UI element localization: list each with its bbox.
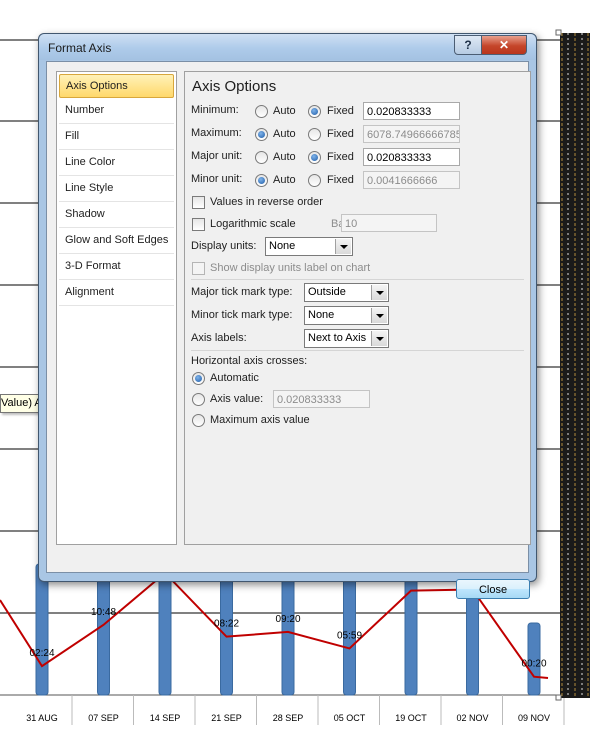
close-button[interactable]: Close [456,579,530,599]
display-units-label: Display units: [191,240,257,252]
chevron-down-icon [371,331,387,346]
line-point-label: 02:24 [29,648,54,659]
crosses-max-label: Maximum axis value [210,414,310,426]
crosses-title: Horizontal axis crosses: [191,355,308,367]
maximum-value-input[interactable]: 6078.74966666785 [363,125,460,143]
minimum-fixed-radio[interactable] [308,105,321,118]
maximum-label: Maximum: [191,127,242,139]
line-point-label: 00:20 [521,659,546,670]
category-fill[interactable]: Fill [59,124,174,150]
major-unit-fixed-radio[interactable] [308,151,321,164]
maximum-fixed-radio[interactable] [308,128,321,141]
category-label: 09 NOV [518,713,550,723]
line-point-label: 05:59 [337,630,362,641]
category-label: 21 SEP [211,713,242,723]
display-units-select[interactable]: None [265,237,353,256]
category-3d-format[interactable]: 3-D Format [59,254,174,280]
dialog-title: Format Axis [48,41,112,55]
show-units-checkbox[interactable] [192,262,205,275]
display-units-value: None [269,240,296,252]
crosses-axis-value-input[interactable]: 0.020833333 [273,390,370,408]
chevron-down-icon [371,285,387,300]
major-tick-select[interactable]: Outside [304,283,389,302]
format-axis-dialog: Format Axis ? ✕ Axis Options Number Fill… [38,33,537,599]
dialog-client-area: Axis Options Number Fill Line Color Line… [46,61,531,599]
section-title: Axis Options [192,78,277,95]
line-point-label: 09:20 [275,614,300,625]
category-glow-soft-edges[interactable]: Glow and Soft Edges [59,228,174,254]
axis-options-panel: Axis Options Minimum: Auto Fixed 0.02083… [184,71,531,545]
minor-tick-select[interactable]: None [304,306,389,325]
category-label: 07 SEP [88,713,119,723]
window-close-button[interactable]: ✕ [481,35,527,55]
category-shadow[interactable]: Shadow [59,202,174,228]
category-line-style[interactable]: Line Style [59,176,174,202]
major-unit-auto-radio[interactable] [255,151,268,164]
axis-labels-label: Axis labels: [191,332,247,344]
minimum-fixed-label: Fixed [327,105,354,117]
help-button[interactable]: ? [454,35,482,55]
chevron-down-icon [335,239,351,254]
category-label: 14 SEP [150,713,181,723]
minor-unit-fixed-radio[interactable] [308,174,321,187]
category-line-color[interactable]: Line Color [59,150,174,176]
close-icon: ✕ [498,38,510,52]
minimum-label: Minimum: [191,104,239,116]
reverse-order-checkbox[interactable] [192,196,205,209]
category-label: 28 SEP [273,713,304,723]
minimum-auto-label: Auto [273,105,296,117]
major-unit-fixed-label: Fixed [327,151,354,163]
minor-unit-auto-radio[interactable] [255,174,268,187]
major-unit-label: Major unit: [191,150,243,162]
crosses-automatic-radio[interactable] [192,372,205,385]
line-point-label: 10:48 [91,607,116,618]
bar-31-aug [35,563,49,696]
crosses-max-radio[interactable] [192,414,205,427]
log-scale-checkbox[interactable] [192,218,205,231]
major-tick-value: Outside [308,286,346,298]
minor-tick-value: None [308,309,335,321]
axis-labels-value: Next to Axis [308,332,367,344]
major-tick-label: Major tick mark type: [191,286,293,298]
separator [191,279,524,280]
category-list: Axis Options Number Fill Line Color Line… [56,71,177,545]
line-point-label: 08:22 [214,619,239,630]
minimum-auto-radio[interactable] [255,105,268,118]
category-axis-options[interactable]: Axis Options [59,74,174,98]
axis-labels-select[interactable]: Next to Axis [304,329,389,348]
reverse-order-label: Values in reverse order [210,196,323,208]
category-label: 02 NOV [456,713,488,723]
log-scale-label: Logarithmic scale [210,218,296,230]
crosses-axis-value-label: Axis value: [210,393,264,405]
maximum-auto-label: Auto [273,128,296,140]
chevron-down-icon [371,308,387,323]
category-number[interactable]: Number [59,98,174,124]
minor-tick-label: Minor tick mark type: [191,309,293,321]
crosses-axis-value-radio[interactable] [192,393,205,406]
right-axis-strip [555,29,590,701]
show-units-label: Show display units label on chart [210,262,371,274]
maximum-fixed-label: Fixed [327,128,354,140]
crosses-automatic-label: Automatic [210,372,259,384]
dialog-titlebar[interactable]: Format Axis ? ✕ [39,34,536,60]
maximum-auto-radio[interactable] [255,128,268,141]
base-value-input[interactable]: 10 [341,214,437,232]
category-label: 05 OCT [334,713,366,723]
category-alignment[interactable]: Alignment [59,280,174,306]
separator [191,350,524,351]
help-icon: ? [464,38,472,52]
major-unit-value-input[interactable]: 0.020833333 [363,148,460,166]
minimum-value-input[interactable]: 0.020833333 [363,102,460,120]
minor-unit-value-input[interactable]: 0.0041666666 [363,171,460,189]
category-label: 19 OCT [395,713,427,723]
major-unit-auto-label: Auto [273,151,296,163]
minor-unit-fixed-label: Fixed [327,174,354,186]
minor-unit-auto-label: Auto [273,174,296,186]
minor-unit-label: Minor unit: [191,173,243,185]
category-label: 31 AUG [26,713,58,723]
